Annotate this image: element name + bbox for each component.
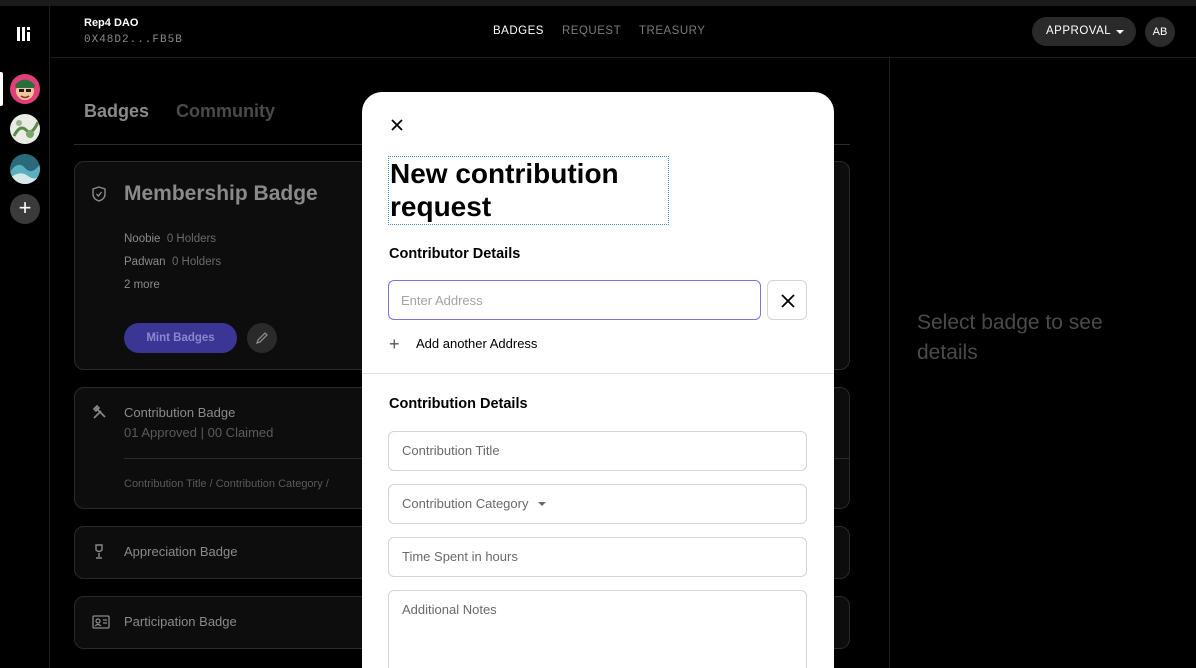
dao-avatar-rep4[interactable] [10, 74, 40, 104]
address-field[interactable] [388, 280, 761, 320]
chevron-down-icon [1116, 30, 1124, 34]
pencil-icon [255, 332, 268, 345]
level-row: Padwan 0 Holders [124, 256, 221, 268]
tab-badges[interactable]: Badges [84, 101, 149, 122]
level-holders: 0 Holders [171, 256, 222, 268]
category-label: Contribution Category [402, 496, 529, 511]
contribution-title-field[interactable]: Contribution Title [388, 431, 807, 471]
level-row: Noobie 0 Holders [124, 233, 216, 245]
edit-badge-button[interactable] [247, 323, 277, 353]
contribution-category-select[interactable]: Contribution Category [388, 484, 807, 524]
additional-notes-placeholder: Additional Notes [402, 602, 497, 617]
level-name: Padwan [124, 256, 166, 268]
chevron-down-icon [538, 502, 547, 506]
level-holders: 0 Holders [166, 233, 217, 245]
dao-name: Rep4 DAO [84, 17, 139, 29]
empty-state-message: Select badge to see details [917, 311, 1103, 364]
contribution-badge-title: Contribution Badge [124, 405, 236, 420]
badge-details-panel: Select badge to see details [889, 58, 1196, 668]
tab-community[interactable]: Community [176, 101, 275, 122]
close-icon [781, 294, 795, 308]
nav-treasury[interactable]: TREASURY [639, 25, 705, 37]
nav-request[interactable]: REQUEST [562, 25, 621, 37]
shield-check-icon [92, 186, 106, 202]
address-input[interactable] [401, 290, 741, 310]
contribution-title-placeholder: Contribution Title [402, 443, 500, 458]
close-icon[interactable] [389, 117, 405, 133]
modal-title: New contribution request [388, 156, 669, 225]
nav-badges[interactable]: BADGES [493, 25, 544, 37]
dao-address: 0X48D2...FB5B [84, 34, 183, 46]
trophy-icon [95, 544, 103, 559]
additional-notes-field[interactable]: Additional Notes [388, 590, 807, 668]
tools-icon [92, 404, 106, 419]
mint-badges-button[interactable]: Mint Badges [124, 323, 237, 353]
membership-badge-title: Membership Badge [124, 182, 318, 205]
contributor-details-heading: Contributor Details [389, 246, 521, 262]
top-header: Rep4 DAO 0X48D2...FB5B BADGES REQUEST TR… [51, 6, 1196, 58]
approval-dropdown[interactable]: APPROVAL [1032, 17, 1136, 46]
dao-sidebar: + [0, 6, 50, 668]
user-avatar[interactable]: AB [1145, 17, 1175, 47]
appreciation-badge-title: Appreciation Badge [124, 544, 238, 559]
contribution-details-heading: Contribution Details [389, 396, 528, 412]
add-another-address-button[interactable]: + Add another Address [389, 334, 537, 355]
contribution-breadcrumb: Contribution Title / Contribution Catego… [124, 478, 329, 490]
id-card-icon [92, 615, 110, 629]
section-divider [362, 373, 834, 374]
new-contribution-modal: New contribution request Contributor Det… [362, 92, 834, 668]
time-spent-placeholder: Time Spent in hours [402, 549, 518, 564]
active-dao-indicator [0, 72, 3, 106]
contribution-category-placeholder: Contribution Category [402, 496, 547, 511]
level-name: Noobie [124, 233, 161, 245]
dao-avatar-3[interactable] [10, 154, 40, 184]
approval-label: APPROVAL [1046, 25, 1112, 37]
contribution-stats: 01 Approved | 00 Claimed [124, 425, 274, 440]
participation-badge-title: Participation Badge [124, 614, 237, 629]
add-another-label: Add another Address [416, 336, 538, 351]
plus-icon: + [389, 334, 400, 354]
app-logo-icon[interactable] [17, 27, 33, 41]
dao-avatar-2[interactable] [10, 114, 40, 144]
remove-address-button[interactable] [767, 280, 807, 320]
more-levels-link[interactable]: 2 more [124, 279, 160, 291]
add-dao-button[interactable]: + [10, 194, 40, 224]
time-spent-field[interactable]: Time Spent in hours [388, 537, 807, 577]
